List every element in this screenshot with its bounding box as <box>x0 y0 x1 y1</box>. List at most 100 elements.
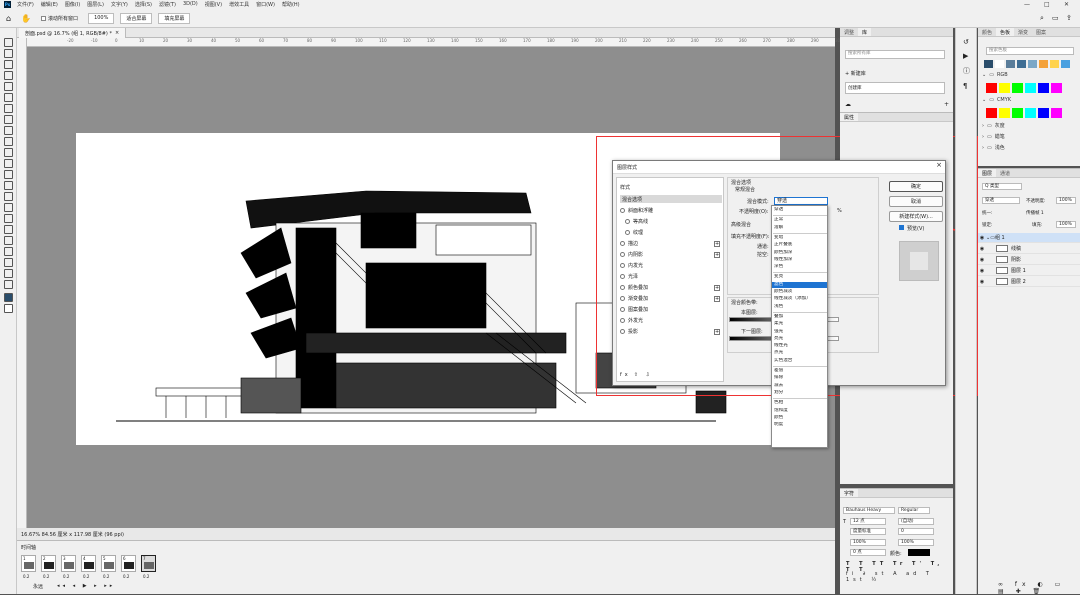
blend-mode-option[interactable]: 颜色加深 <box>772 250 827 256</box>
layer-row[interactable]: ◉ 阴影 <box>978 255 1080 265</box>
blend-mode-option[interactable]: 颜色 <box>772 415 827 421</box>
add-style-icon[interactable]: + <box>714 328 720 335</box>
color-swatch[interactable] <box>1025 83 1036 93</box>
blend-mode-option[interactable]: 差值 <box>772 368 827 374</box>
timeline-frame[interactable]: 7 <box>141 555 156 572</box>
color-swatch[interactable] <box>1012 83 1023 93</box>
blend-mode-option[interactable]: 亮光 <box>772 336 827 342</box>
timeline-frame[interactable]: 5 <box>101 555 116 572</box>
new-style-button[interactable]: 新建样式(W)... <box>889 211 943 222</box>
recent-swatch[interactable] <box>1006 60 1015 68</box>
color-swatch[interactable] <box>986 108 997 118</box>
recent-swatch[interactable] <box>995 60 1004 68</box>
color-swatch[interactable] <box>1025 108 1036 118</box>
ok-button[interactable]: 确定 <box>889 181 943 192</box>
timeline-frame[interactable]: 3 <box>61 555 76 572</box>
actions-icon[interactable]: ▶ <box>963 52 968 60</box>
blend-mode-option[interactable]: 柔光 <box>772 321 827 327</box>
style-item-row[interactable]: 描边 + <box>620 240 722 247</box>
frame-delay[interactable]: 0.2 <box>43 574 49 579</box>
frame-delay[interactable]: 0.2 <box>63 574 69 579</box>
style-checkbox[interactable] <box>620 208 625 213</box>
blend-mode-option[interactable]: 溶解 <box>772 225 827 231</box>
color-swatch[interactable] <box>986 83 997 93</box>
style-checkbox[interactable] <box>625 219 630 224</box>
blend-mode-option[interactable]: 实色混合 <box>772 358 827 364</box>
style-checkbox[interactable] <box>620 329 625 334</box>
blend-mode-option[interactable]: 浅色 <box>772 304 827 310</box>
layer-row[interactable]: ◉ ⌄ ▭ 组 1 <box>978 233 1080 243</box>
preview-checkbox[interactable] <box>899 225 904 230</box>
style-item-row[interactable]: 纹理 <box>620 229 722 236</box>
horizontal-scale-input[interactable]: 100% <box>898 539 934 546</box>
tab-character[interactable]: 字符 <box>840 489 859 497</box>
swatch-group[interactable]: › ▭ 灰度 <box>982 122 1005 130</box>
style-item-row[interactable]: 渐变叠加 + <box>620 295 722 302</box>
layers-tab[interactable]: 图层 <box>978 169 997 177</box>
blend-mode-option[interactable]: 变亮 <box>772 274 827 280</box>
add-style-icon[interactable]: + <box>714 240 720 247</box>
vertical-scale-input[interactable]: 100% <box>850 539 886 546</box>
style-item-row[interactable]: 内阴影 + <box>620 251 722 258</box>
color-swatch[interactable] <box>999 83 1010 93</box>
visibility-eye-icon[interactable]: ◉ <box>978 268 986 274</box>
blend-mode-option[interactable]: 强光 <box>772 329 827 335</box>
swatch-group[interactable]: ⌄ ▭ RGB <box>982 72 1008 78</box>
frame-delay[interactable]: 0.2 <box>103 574 109 579</box>
blend-mode-select[interactable]: 穿透 <box>774 197 828 205</box>
blend-mode-option[interactable]: 变暗 <box>772 235 827 241</box>
recent-swatch[interactable] <box>1061 60 1070 68</box>
blend-mode-option[interactable]: 穿透 <box>772 207 827 213</box>
blend-mode-option[interactable]: 线性光 <box>772 343 827 349</box>
style-item-row[interactable]: 图案叠加 <box>620 306 722 313</box>
blend-mode-option[interactable]: 排除 <box>772 375 827 381</box>
opentype-buttons[interactable]: fi ∂ st A ad T 1st ½ <box>846 571 953 583</box>
style-checkbox[interactable] <box>620 307 625 312</box>
style-item-row[interactable]: 光泽 <box>620 273 722 280</box>
history-icon[interactable]: ↺ <box>963 38 969 46</box>
blend-mode-option[interactable]: 色相 <box>772 400 827 406</box>
info-icon[interactable]: ⓘ <box>963 66 970 76</box>
blend-mode-option[interactable]: 正片叠底 <box>772 242 827 248</box>
visibility-eye-icon[interactable]: ◉ <box>978 235 986 241</box>
style-item-row[interactable]: 等高线 <box>620 218 722 225</box>
swatch-group[interactable]: › ▭ 蜡笔 <box>982 133 1005 141</box>
swatches-tab[interactable]: 颜色 <box>978 28 996 36</box>
frame-delay[interactable]: 0.2 <box>123 574 129 579</box>
font-style-select[interactable]: Regular <box>898 507 930 514</box>
style-checkbox[interactable] <box>620 296 625 301</box>
libraries-tab[interactable]: 库 <box>858 28 872 36</box>
cancel-button[interactable]: 取消 <box>889 196 943 207</box>
color-swatch[interactable] <box>1038 108 1049 118</box>
blend-mode-option[interactable]: 线性加深 <box>772 257 827 263</box>
style-checkbox[interactable] <box>620 252 625 257</box>
timeline-frame[interactable]: 6 <box>121 555 136 572</box>
blend-mode-option[interactable]: 明度 <box>772 422 827 428</box>
visibility-eye-icon[interactable]: ◉ <box>978 246 986 252</box>
kerning-input[interactable]: 度量标准 <box>850 528 886 535</box>
dialog-close-icon[interactable]: × <box>936 161 942 169</box>
blend-mode-option[interactable]: 点光 <box>772 350 827 356</box>
color-swatch[interactable] <box>1012 108 1023 118</box>
swatches-tab[interactable]: 图案 <box>1032 28 1050 36</box>
font-size-input[interactable]: 12 点 <box>850 518 886 525</box>
new-library-button[interactable]: + 新建库 <box>845 70 866 77</box>
frame-delay[interactable]: 0.2 <box>23 574 29 579</box>
blend-mode-option[interactable]: 划分 <box>772 390 827 396</box>
visibility-eye-icon[interactable]: ◉ <box>978 279 986 285</box>
libraries-tab[interactable]: 调整 <box>840 28 858 36</box>
blend-mode-option[interactable]: 深色 <box>772 264 827 270</box>
recent-swatch[interactable] <box>984 60 993 68</box>
style-checkbox[interactable] <box>625 230 630 235</box>
swatches-tab[interactable]: 色板 <box>996 28 1015 36</box>
timeline-frame[interactable]: 2 <box>41 555 56 572</box>
loop-select[interactable]: 永远 <box>33 583 43 590</box>
style-checkbox[interactable] <box>620 263 625 268</box>
recent-swatch[interactable] <box>1028 60 1037 68</box>
layer-row[interactable]: ◉ 线稿 <box>978 244 1080 254</box>
style-checkbox[interactable] <box>620 285 625 290</box>
blend-mode-option[interactable]: 线性减淡（添加） <box>772 296 827 302</box>
baseline-shift-input[interactable]: 0 点 <box>850 549 886 556</box>
add-style-icon[interactable]: + <box>714 295 720 302</box>
style-checkbox[interactable] <box>620 274 625 279</box>
